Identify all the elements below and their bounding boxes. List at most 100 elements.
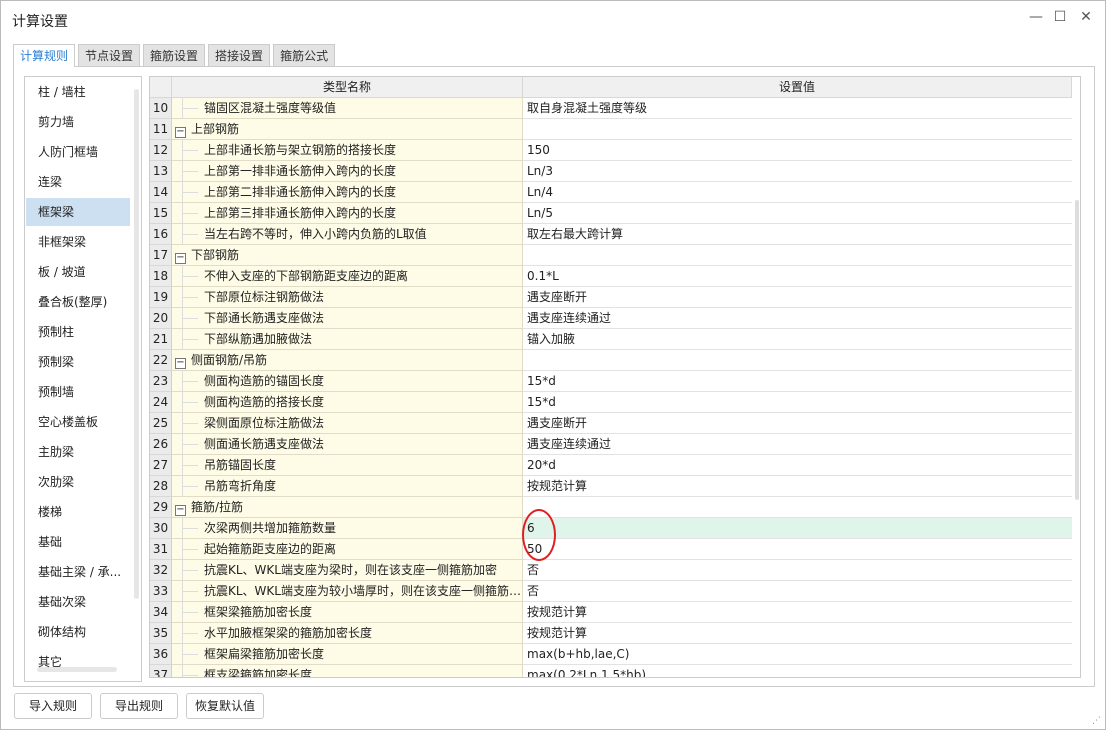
table-row[interactable]: 16 当左右跨不等时，伸入小跨内负筋的L取值 取左右最大跨计算 — [150, 224, 1072, 245]
table-row[interactable]: 33 抗震KL、WKL端支座为较小墙厚时，则在该支座一侧箍筋加密否 — [150, 581, 1072, 602]
table-row[interactable]: 21 下部纵筋遇加腋做法 锚入加腋 — [150, 329, 1072, 350]
sidebar-item[interactable]: 预制柱 — [26, 318, 130, 346]
table-row[interactable]: 32 抗震KL、WKL端支座为梁时，则在该支座一侧箍筋加密 否 — [150, 560, 1072, 581]
setting-value-cell[interactable]: 按规范计算 — [523, 623, 1072, 644]
setting-value-cell[interactable]: 150 — [523, 140, 1072, 161]
sidebar-item[interactable]: 基础 — [26, 528, 130, 556]
sidebar-item[interactable]: 预制梁 — [26, 348, 130, 376]
table-row[interactable]: 17− 下部钢筋 — [150, 245, 1072, 266]
setting-value-cell[interactable]: 按规范计算 — [523, 476, 1072, 497]
collapse-icon[interactable]: − — [175, 358, 186, 369]
setting-value-cell[interactable]: 否 — [523, 581, 1072, 602]
setting-value-cell[interactable]: 15*d — [523, 392, 1072, 413]
export-rules-button[interactable]: 导出规则 — [100, 693, 178, 719]
setting-value-cell[interactable]: 0.1*L — [523, 266, 1072, 287]
setting-value-cell[interactable]: 锚入加腋 — [523, 329, 1072, 350]
close-button[interactable]: ✕ — [1076, 9, 1096, 25]
tab-0[interactable]: 计算规则 — [13, 44, 76, 67]
import-rules-button[interactable]: 导入规则 — [14, 693, 92, 719]
table-row[interactable]: 35 水平加腋框架梁的箍筋加密长度 按规范计算 — [150, 623, 1072, 644]
setting-value-cell[interactable]: 遇支座断开 — [523, 413, 1072, 434]
sidebar-item[interactable]: 人防门框墙 — [26, 138, 130, 166]
setting-name-cell: 侧面构造筋的锚固长度 — [172, 371, 523, 392]
tab-3[interactable]: 搭接设置 — [208, 44, 271, 66]
table-row[interactable]: 14 上部第二排非通长筋伸入跨内的长度 Ln/4 — [150, 182, 1072, 203]
setting-value-cell[interactable] — [523, 245, 1072, 266]
table-row[interactable]: 19 下部原位标注钢筋做法 遇支座断开 — [150, 287, 1072, 308]
row-number: 32 — [150, 560, 172, 581]
table-row[interactable]: 30 次梁两侧共增加箍筋数量 6 — [150, 518, 1072, 539]
table-row[interactable]: 20 下部通长筋遇支座做法 遇支座连续通过 — [150, 308, 1072, 329]
table-row[interactable]: 27 吊筋锚固长度 20*d — [150, 455, 1072, 476]
sidebar-item[interactable]: 主肋梁 — [26, 438, 130, 466]
table-row[interactable]: 37 框支梁箍筋加密长度 max(0.2*Ln,1.5*hb) — [150, 665, 1072, 677]
table-row[interactable]: 31 起始箍筋距支座边的距离 50 — [150, 539, 1072, 560]
setting-value-cell[interactable]: 遇支座断开 — [523, 287, 1072, 308]
setting-value-cell[interactable] — [523, 119, 1072, 140]
sidebar-item[interactable]: 柱 / 墙柱 — [26, 78, 130, 106]
collapse-icon[interactable]: − — [175, 505, 186, 516]
sidebar-item[interactable]: 连梁 — [26, 168, 130, 196]
sidebar-item[interactable]: 其它 — [26, 648, 130, 676]
sidebar-item[interactable]: 剪力墙 — [26, 108, 130, 136]
setting-value-cell[interactable]: max(0.2*Ln,1.5*hb) — [523, 665, 1072, 677]
collapse-icon[interactable]: − — [175, 127, 186, 138]
resize-grip-icon[interactable]: ⋰ — [1092, 716, 1101, 726]
setting-value-cell[interactable]: 20*d — [523, 455, 1072, 476]
setting-value-cell[interactable]: 取自身混凝土强度等级 — [523, 98, 1072, 119]
setting-value-cell[interactable] — [523, 497, 1072, 518]
setting-value-cell[interactable]: 否 — [523, 560, 1072, 581]
tab-2[interactable]: 箍筋设置 — [143, 44, 206, 66]
column-header-value[interactable]: 设置值 — [523, 77, 1072, 98]
setting-value-cell[interactable]: Ln/4 — [523, 182, 1072, 203]
maximize-button[interactable]: ☐ — [1050, 9, 1070, 25]
scrollbar-thumb[interactable] — [1075, 200, 1079, 500]
setting-value-cell[interactable]: 50 — [523, 539, 1072, 560]
sidebar-item[interactable]: 基础主梁 / 承... — [26, 558, 130, 586]
tab-4[interactable]: 箍筋公式 — [273, 44, 336, 66]
setting-value-cell[interactable]: 遇支座连续通过 — [523, 308, 1072, 329]
setting-value-cell[interactable]: 按规范计算 — [523, 602, 1072, 623]
restore-defaults-button[interactable]: 恢复默认值 — [186, 693, 264, 719]
sidebar-item[interactable]: 次肋梁 — [26, 468, 130, 496]
table-row[interactable]: 12 上部非通长筋与架立钢筋的搭接长度 150 — [150, 140, 1072, 161]
sidebar-item[interactable]: 基础次梁 — [26, 588, 130, 616]
setting-value-cell[interactable]: 15*d — [523, 371, 1072, 392]
table-row[interactable]: 28 吊筋弯折角度 按规范计算 — [150, 476, 1072, 497]
setting-value-cell[interactable]: max(b+hb,lae,C) — [523, 644, 1072, 665]
table-row[interactable]: 15 上部第三排非通长筋伸入跨内的长度 Ln/5 — [150, 203, 1072, 224]
setting-value-cell[interactable]: 取左右最大跨计算 — [523, 224, 1072, 245]
table-row[interactable]: 10 锚固区混凝土强度等级值 取自身混凝土强度等级 — [150, 98, 1072, 119]
table-row[interactable]: 26 侧面通长筋遇支座做法 遇支座连续通过 — [150, 434, 1072, 455]
sidebar-item[interactable]: 叠合板(整厚) — [26, 288, 130, 316]
setting-value-cell[interactable]: 遇支座连续通过 — [523, 434, 1072, 455]
list-vertical-scrollbar[interactable] — [134, 89, 139, 599]
table-row[interactable]: 34 框架梁箍筋加密长度 按规范计算 — [150, 602, 1072, 623]
tab-1[interactable]: 节点设置 — [78, 44, 141, 66]
sidebar-item[interactable]: 板 / 坡道 — [26, 258, 130, 286]
sidebar-item[interactable]: 非框架梁 — [26, 228, 130, 256]
sidebar-item[interactable]: 空心楼盖板 — [26, 408, 130, 436]
table-row[interactable]: 13 上部第一排非通长筋伸入跨内的长度 Ln/3 — [150, 161, 1072, 182]
sidebar-item[interactable]: 预制墙 — [26, 378, 130, 406]
setting-value-cell[interactable] — [523, 350, 1072, 371]
table-row[interactable]: 11− 上部钢筋 — [150, 119, 1072, 140]
table-row[interactable]: 18 不伸入支座的下部钢筋距支座边的距离 0.1*L — [150, 266, 1072, 287]
table-row[interactable]: 36 框架扁梁箍筋加密长度 max(b+hb,lae,C) — [150, 644, 1072, 665]
setting-value-cell[interactable]: Ln/3 — [523, 161, 1072, 182]
table-row[interactable]: 29− 箍筋/拉筋 — [150, 497, 1072, 518]
table-row[interactable]: 22− 侧面钢筋/吊筋 — [150, 350, 1072, 371]
setting-value-cell[interactable]: Ln/5 — [523, 203, 1072, 224]
table-row[interactable]: 25 梁侧面原位标注筋做法 遇支座断开 — [150, 413, 1072, 434]
collapse-icon[interactable]: − — [175, 253, 186, 264]
table-row[interactable]: 23 侧面构造筋的锚固长度 15*d — [150, 371, 1072, 392]
sidebar-item[interactable]: 框架梁 — [26, 198, 130, 226]
table-row[interactable]: 24 侧面构造筋的搭接长度 15*d — [150, 392, 1072, 413]
column-header-name[interactable]: 类型名称 — [172, 77, 523, 98]
grid-vertical-scrollbar[interactable] — [1072, 77, 1080, 677]
row-number: 16 — [150, 224, 172, 245]
sidebar-item[interactable]: 楼梯 — [26, 498, 130, 526]
minimize-button[interactable]: — — [1026, 9, 1046, 25]
setting-value-cell[interactable]: 6 — [523, 518, 1072, 539]
sidebar-item[interactable]: 砌体结构 — [26, 618, 130, 646]
